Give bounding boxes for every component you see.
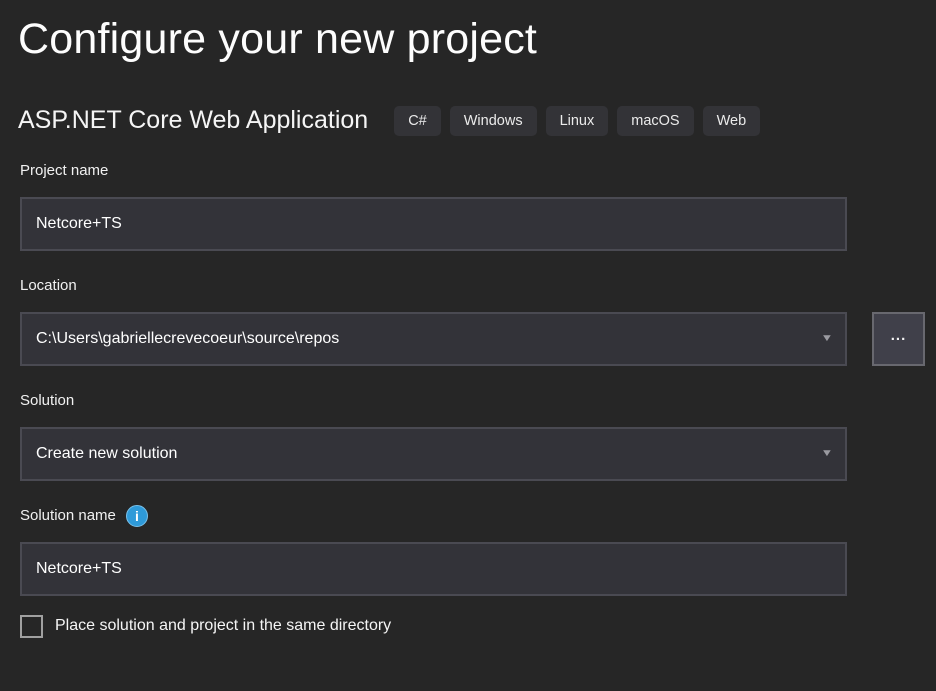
configure-project-dialog: Configure your new project ASP.NET Core … — [0, 0, 936, 691]
tag-csharp: C# — [394, 106, 441, 136]
same-directory-option[interactable]: Place solution and project in the same d… — [20, 615, 936, 638]
solution-label-row: Solution — [20, 390, 916, 412]
info-icon[interactable]: i — [126, 505, 148, 527]
solution-name-row — [20, 542, 936, 596]
solution-row: Create new solution ▼ — [20, 427, 936, 481]
location-value: C:\Users\gabriellecrevecoeur\source\repo… — [36, 330, 339, 348]
solution-name-input[interactable] — [20, 542, 847, 596]
tag-web: Web — [703, 106, 761, 136]
browse-button[interactable]: ... — [872, 312, 925, 366]
location-dropdown[interactable]: C:\Users\gabriellecrevecoeur\source\repo… — [20, 312, 847, 366]
location-label-row: Location — [20, 275, 916, 297]
template-info-row: ASP.NET Core Web Application C# Windows … — [18, 106, 918, 136]
same-directory-checkbox[interactable] — [20, 615, 43, 638]
solution-label: Solution — [20, 392, 74, 409]
page-title: Configure your new project — [0, 0, 936, 68]
chevron-down-icon: ▼ — [821, 449, 834, 459]
solution-value: Create new solution — [36, 445, 177, 463]
project-name-input[interactable] — [20, 197, 847, 251]
same-directory-label: Place solution and project in the same d… — [55, 617, 391, 635]
location-row: C:\Users\gabriellecrevecoeur\source\repo… — [20, 312, 936, 366]
project-name-row — [20, 197, 936, 251]
template-name: ASP.NET Core Web Application — [18, 106, 368, 135]
tag-windows: Windows — [450, 106, 537, 136]
solution-name-label: Solution name — [20, 507, 116, 524]
solution-name-label-row: Solution name i — [20, 505, 916, 527]
solution-dropdown[interactable]: Create new solution ▼ — [20, 427, 847, 481]
tag-macos: macOS — [617, 106, 693, 136]
location-label: Location — [20, 277, 77, 294]
project-name-label-row: Project name — [20, 160, 916, 182]
tag-linux: Linux — [546, 106, 609, 136]
project-name-label: Project name — [20, 162, 108, 179]
chevron-down-icon: ▼ — [821, 334, 834, 344]
